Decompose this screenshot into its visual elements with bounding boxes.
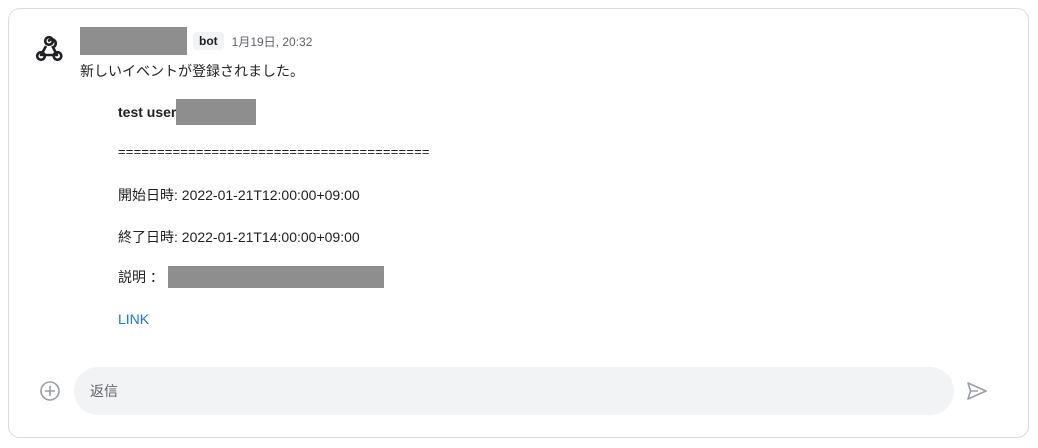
event-title-text: test user: [118, 104, 177, 120]
description-redacted: [167, 266, 384, 288]
event-link[interactable]: LINK: [118, 311, 149, 327]
reply-area: [9, 367, 1028, 417]
end-datetime: 終了日時: 2022-01-21T14:00:00+09:00: [118, 229, 360, 245]
reply-input[interactable]: [74, 367, 954, 415]
start-datetime: 開始日時: 2022-01-21T12:00:00+09:00: [118, 187, 360, 203]
event-title-redacted: [176, 99, 257, 125]
description-label: 説明 ：: [118, 269, 164, 285]
webhook-icon: [35, 35, 63, 62]
bot-badge: bot: [193, 32, 224, 50]
message-timestamp: 1月19日, 20:32: [231, 34, 313, 49]
message-header: bot 1月19日, 20:32: [80, 27, 312, 55]
add-circle-icon[interactable]: [39, 380, 61, 402]
separator-line: ========================================: [118, 144, 430, 159]
sender-name-redacted: [80, 27, 187, 55]
send-icon[interactable]: [965, 379, 989, 403]
message-intro: 新しいイベントが登録されました。: [80, 63, 304, 79]
event-title: test user: [118, 99, 257, 125]
message-card: bot 1月19日, 20:32 新しいイベントが登録されました。 test u…: [8, 8, 1029, 438]
description: 説明 ：: [118, 266, 384, 288]
